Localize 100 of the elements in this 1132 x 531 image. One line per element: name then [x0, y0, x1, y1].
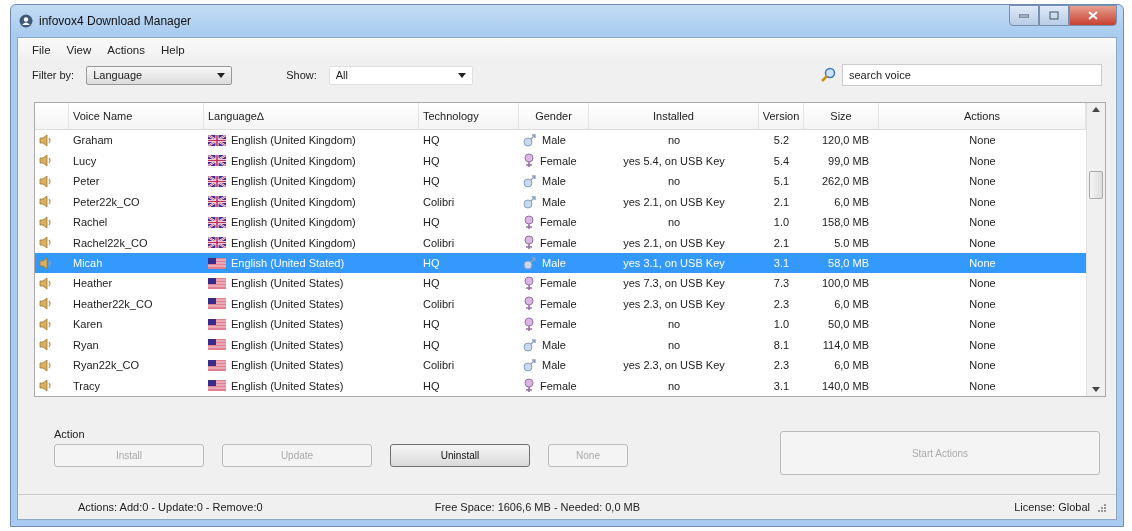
column-header[interactable]: Gender — [519, 103, 589, 129]
male-symbol-icon — [523, 256, 537, 270]
filter-dropdown[interactable]: Language — [86, 65, 233, 85]
table-cell: English (United States) — [231, 297, 344, 310]
table-row[interactable]: Tracy English (United States) HQ Female no 3.1 140,0 MB None — [35, 375, 1086, 397]
user-icon — [19, 14, 33, 28]
flag-icon — [208, 196, 226, 208]
table-cell: English (United States) — [231, 359, 344, 372]
column-header[interactable]: Voice Name — [69, 103, 204, 129]
female-symbol-icon — [523, 235, 535, 251]
table-cell: Female — [540, 154, 577, 167]
table-row[interactable]: Heather22k_CO English (United States) Colibri Female yes 2.3, on USB Key 2.3 6,0 MB None — [35, 293, 1086, 315]
show-dropdown[interactable]: All — [328, 65, 473, 85]
action-button[interactable]: Uninstall — [390, 444, 530, 467]
search-field[interactable]: search voice — [842, 64, 1102, 86]
flag-icon — [208, 134, 226, 146]
table-row[interactable]: Graham English (United Kingdom) HQ Male no 5.2 120,0 MB None — [35, 129, 1086, 151]
speaker-icon — [39, 236, 53, 250]
menu-item[interactable]: File — [26, 42, 57, 58]
table-row[interactable]: Karen English (United States) HQ Female no 1.0 50,0 MB None — [35, 314, 1086, 335]
caret-icon — [457, 72, 466, 78]
minimize-button[interactable] — [1009, 5, 1039, 26]
speaker-icon — [39, 195, 53, 209]
table-cell-text: 2.3 — [772, 358, 791, 374]
scrollbar[interactable] — [1086, 103, 1105, 396]
table-row[interactable]: Peter English (United Kingdom) HQ Male no 5.1 262,0 MB None — [35, 170, 1086, 192]
maximize-button[interactable] — [1039, 5, 1069, 26]
table-cell-text: no — [666, 133, 682, 149]
table-cell: English (United Kingdom) — [231, 195, 356, 208]
flag-icon — [208, 277, 226, 289]
table-cell-text: HQ — [422, 276, 441, 292]
table-cell-text: 5.4 — [772, 153, 791, 169]
table-cell-text: 1.0 — [772, 317, 791, 333]
male-symbol-icon — [523, 337, 537, 352]
table-cell-text: Peter — [72, 174, 101, 190]
table-cell-text: Graham — [72, 133, 114, 149]
table-cell-text: 3.1 — [772, 378, 791, 394]
table-cell: English (United States) — [231, 338, 344, 351]
table-cell-text: 5.1 — [772, 174, 791, 190]
table-cell-text: Lucy — [72, 153, 98, 169]
menu-item[interactable]: Help — [154, 42, 191, 58]
table-cell-text: HQ — [422, 317, 441, 333]
scroll-up-icon[interactable] — [1092, 107, 1100, 112]
scroll-down-icon[interactable] — [1092, 387, 1100, 392]
table-cell-text: Ryan22k_CO — [72, 358, 141, 374]
table-row[interactable]: Heather English (United States) HQ Female yes 7.3, on USB Key 7.3 100,0 MB None — [35, 273, 1086, 294]
table-cell-text: None — [968, 378, 997, 394]
table-row[interactable]: Lucy English (United Kingdom) HQ Female yes 5.4, on USB Key 5.4 99,0 MB None — [35, 150, 1086, 171]
table-cell-text: no — [666, 215, 682, 231]
scrollbar-thumb[interactable] — [1089, 170, 1103, 199]
female-symbol-icon — [523, 316, 535, 332]
column-header[interactable]: Installed — [589, 103, 759, 129]
table-cell-text: 100,0 MB — [820, 276, 870, 292]
menu-item[interactable]: View — [60, 42, 98, 58]
table-cell-text: yes 2.3, on USB Key — [622, 296, 726, 312]
column-header[interactable]: Version — [759, 103, 804, 129]
speaker-icon — [39, 338, 53, 352]
table-row[interactable]: Peter22k_CO English (United Kingdom) Colibri Male yes 2.1, on USB Key 2.1 6,0 MB None — [35, 191, 1086, 212]
status-text: License: Global — [1014, 501, 1090, 513]
table-row[interactable]: Rachel English (United Kingdom) HQ Female no 1.0 158,0 MB None — [35, 211, 1086, 233]
male-symbol-icon — [523, 174, 537, 189]
table-row[interactable]: Rachel22k_CO English (United Kingdom) Colibri Female yes 2.1, on USB Key 2.1 5.0 MB None — [35, 232, 1086, 253]
caret-icon — [217, 72, 226, 78]
table-cell-text: None — [968, 276, 997, 292]
table-cell: Female — [540, 297, 577, 310]
table-cell-text: None — [968, 133, 997, 149]
status-text: Actions: Add:0 - Update:0 - Remove:0 — [78, 501, 263, 513]
female-symbol-icon — [523, 153, 535, 169]
table-cell-text: no — [666, 378, 682, 394]
table-cell-text: None — [968, 194, 997, 210]
table-cell-text: HQ — [422, 174, 441, 190]
maximize-icon — [1049, 11, 1059, 20]
table-cell: English (United States) — [231, 379, 344, 392]
speaker-icon — [39, 215, 53, 229]
table-cell-text: 2.1 — [772, 235, 791, 251]
menu-item[interactable]: Actions — [101, 42, 151, 58]
table-cell: Female — [540, 236, 577, 249]
table-row[interactable]: Ryan22k_CO English (United States) Colibri Male yes 2.3, on USB Key 2.3 6,0 MB None — [35, 355, 1086, 376]
table-cell-text: 2.3 — [772, 296, 791, 312]
table-row[interactable]: Ryan English (United States) HQ Male no 8.1 114,0 MB None — [35, 334, 1086, 356]
table-cell-text: None — [968, 256, 997, 271]
table-cell-text: 3.1 — [772, 256, 791, 271]
table-cell-text: None — [968, 153, 997, 169]
table-cell-text: 6,0 MB — [833, 358, 870, 374]
table-cell-text: 158,0 MB — [820, 215, 870, 231]
column-header[interactable]: Size — [804, 103, 879, 129]
column-header[interactable]: Language∆ — [204, 103, 419, 129]
table-cell: English (United States) — [231, 318, 344, 331]
table-cell-text: no — [666, 317, 682, 333]
table-cell-text: HQ — [422, 215, 441, 231]
table-cell: English (United Kingdom) — [231, 236, 356, 249]
female-symbol-icon — [523, 378, 535, 394]
table-cell-text: Rachel — [72, 215, 109, 231]
speaker-icon — [39, 133, 53, 147]
table-cell-text: yes 2.1, on USB Key — [622, 194, 726, 210]
column-header[interactable]: Technology — [419, 103, 519, 129]
close-button[interactable] — [1069, 5, 1117, 26]
table-cell: English (United Kingdom) — [231, 216, 356, 229]
speaker-icon — [39, 379, 53, 393]
table-cell-text: 140,0 MB — [820, 378, 870, 394]
